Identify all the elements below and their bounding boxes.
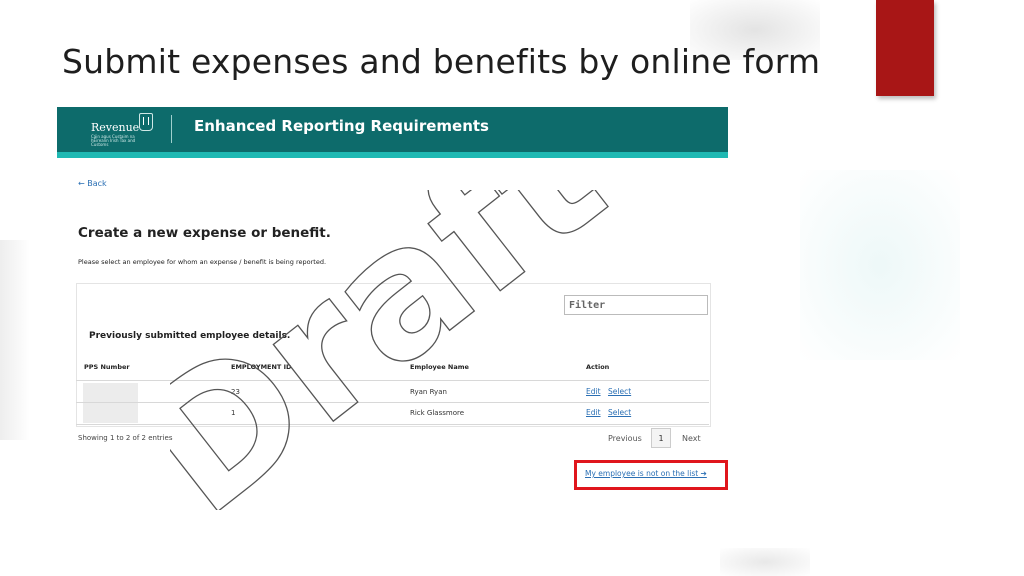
select-link[interactable]: Select	[608, 408, 631, 417]
employee-not-on-list-link[interactable]: My employee is not on the list ➔	[585, 469, 707, 478]
filter-input[interactable]: Filter	[564, 295, 708, 315]
column-header-employee-name[interactable]: Employee Name	[410, 363, 469, 371]
background-shadow	[800, 170, 960, 360]
panel-subheading: Previously submitted employee details.	[89, 331, 291, 341]
column-header-pps[interactable]: PPS Number	[84, 363, 130, 371]
accent-tab	[876, 0, 934, 96]
pps-redaction	[83, 383, 138, 423]
column-header-employment-id[interactable]: EMPLOYMENT ID	[231, 363, 291, 371]
column-header-action[interactable]: Action	[586, 363, 609, 371]
table-row-rule	[76, 402, 709, 403]
back-link[interactable]: ← Back	[78, 179, 107, 188]
background-shadow	[720, 548, 810, 576]
table-row-rule	[76, 424, 709, 425]
table-header-rule	[76, 380, 709, 381]
edit-link[interactable]: Edit	[586, 408, 601, 417]
page-heading: Create a new expense or benefit.	[78, 225, 331, 241]
slide-title: Submit expenses and benefits by online f…	[62, 42, 821, 81]
entries-count: Showing 1 to 2 of 2 entries	[78, 434, 173, 442]
table-cell-employee-name: Ryan Ryan	[410, 388, 447, 396]
table-cell-employment-id: 23	[231, 388, 240, 396]
edit-link[interactable]: Edit	[586, 387, 601, 396]
page-description: Please select an employee for whom an ex…	[78, 258, 327, 266]
pagination-previous[interactable]: Previous	[608, 434, 642, 443]
select-link[interactable]: Select	[608, 387, 631, 396]
pagination-next[interactable]: Next	[682, 434, 701, 443]
background-shadow	[0, 240, 30, 440]
table-cell-employee-name: Rick Glassmore	[410, 409, 465, 417]
pagination-page-1[interactable]: 1	[651, 428, 671, 448]
table-cell-employment-id: 1	[231, 409, 236, 417]
